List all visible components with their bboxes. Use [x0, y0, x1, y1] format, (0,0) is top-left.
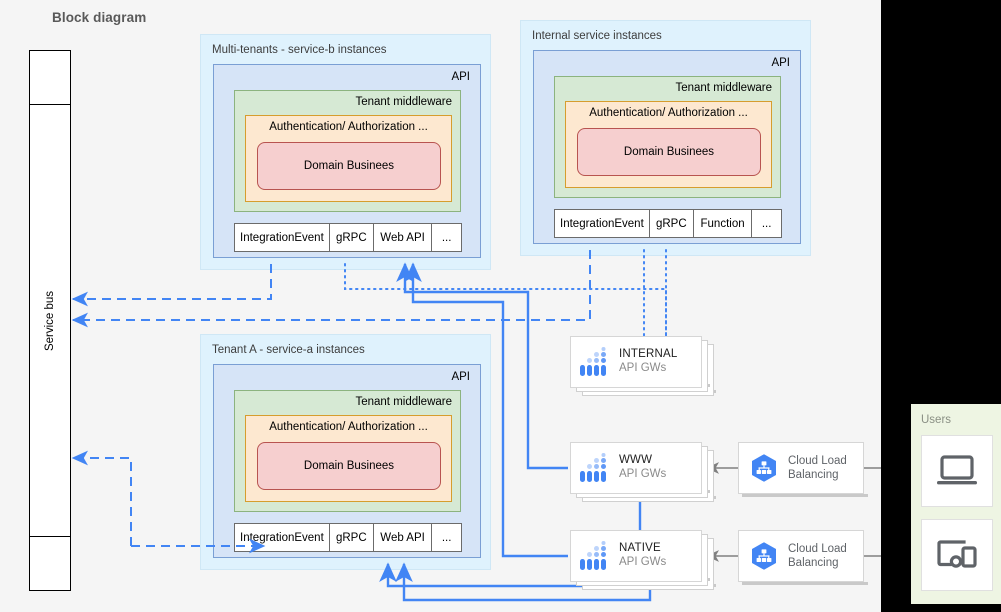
- connector-arrowheads: [0, 0, 1001, 612]
- auth-label: Authentication/ Authorization ...: [269, 121, 428, 133]
- auth-label: Authentication/ Authorization ...: [269, 421, 428, 433]
- auth-box[interactable]: Authentication/ Authorization ... Domain…: [245, 415, 452, 502]
- group-multi-tenants-service-b[interactable]: Multi-tenants - service-b instances API …: [200, 34, 491, 270]
- api-box[interactable]: API Tenant middleware Authentication/ Au…: [213, 64, 481, 258]
- domain-business-box[interactable]: Domain Businees: [257, 442, 441, 490]
- api-gateway-text: NATIVE API GWs: [619, 542, 666, 569]
- api-gateway-icon: [580, 347, 606, 376]
- cell-grpc[interactable]: gRPC: [328, 523, 374, 552]
- wire-bus-to-tenanta-up: [71, 450, 132, 546]
- card-shadow: [742, 494, 868, 497]
- api-label: API: [451, 71, 470, 83]
- user-device-desktop[interactable]: [921, 435, 993, 507]
- domain-business-box[interactable]: Domain Businees: [577, 128, 761, 176]
- api-gateway-icon: [580, 541, 606, 570]
- cloud-load-balancing-text: Cloud Load Balancing: [788, 454, 847, 482]
- api-gateway-name: WWW: [619, 454, 653, 467]
- api-gateway-card[interactable]: NATIVE API GWs: [570, 530, 702, 582]
- api-gateway-name: INTERNAL: [619, 348, 678, 361]
- cell-grpc[interactable]: gRPC: [328, 223, 374, 252]
- tenant-middleware-label: Tenant middleware: [675, 82, 772, 94]
- api-gateway-name: NATIVE: [619, 542, 661, 555]
- api-gateway-card[interactable]: INTERNAL API GWs: [570, 336, 702, 388]
- api-gateway-sub: API GWs: [619, 362, 667, 374]
- api-box[interactable]: API Tenant middleware Authentication/ Au…: [533, 50, 801, 244]
- tenant-middleware-box[interactable]: Tenant middleware Authentication/ Author…: [554, 76, 781, 198]
- cell-more[interactable]: ...: [431, 223, 462, 252]
- laptop-icon: [937, 455, 977, 485]
- api-gateway-sub: API GWs: [619, 468, 667, 480]
- cell-web-api[interactable]: Web API: [372, 223, 433, 252]
- card-shadow: [742, 582, 868, 585]
- api-gateway-card[interactable]: WWW API GWs: [570, 442, 702, 494]
- cell-function[interactable]: Function: [692, 209, 753, 238]
- user-device-mobile[interactable]: [921, 519, 993, 591]
- cell-more[interactable]: ...: [431, 523, 462, 552]
- cloud-load-balancing-card[interactable]: Cloud Load Balancing: [738, 530, 864, 582]
- protocol-cell-strip: IntegrationEvent gRPC Web API ...: [234, 223, 462, 252]
- group-title: Internal service instances: [532, 30, 662, 42]
- api-label: API: [451, 371, 470, 383]
- cell-web-api[interactable]: Web API: [372, 523, 433, 552]
- api-gateway-text: WWW API GWs: [619, 454, 666, 481]
- protocol-cell-strip: IntegrationEvent gRPC Web API ...: [234, 523, 462, 552]
- cloud-load-balancing-text: Cloud Load Balancing: [788, 542, 847, 570]
- cell-integration-event[interactable]: IntegrationEvent: [554, 209, 650, 238]
- tenant-middleware-label: Tenant middleware: [355, 396, 452, 408]
- service-bus-divider-1: [30, 104, 70, 105]
- users-group[interactable]: Users: [911, 404, 1001, 604]
- group-internal-service-instances[interactable]: Internal service instances API Tenant mi…: [520, 20, 811, 256]
- wire-grpc-serviceb-to-internalgw: [344, 263, 667, 346]
- api-label: API: [771, 57, 790, 69]
- cell-more[interactable]: ...: [751, 209, 782, 238]
- tenant-middleware-box[interactable]: Tenant middleware Authentication/ Author…: [234, 390, 461, 512]
- domain-business-box[interactable]: Domain Businees: [257, 142, 441, 190]
- api-box[interactable]: API Tenant middleware Authentication/ Au…: [213, 364, 481, 558]
- group-title: Tenant A - service-a instances: [212, 344, 365, 356]
- connector-lines: [71, 249, 911, 602]
- protocol-cell-strip: IntegrationEvent gRPC Function ...: [554, 209, 782, 238]
- api-gateway-sub: API GWs: [619, 556, 667, 568]
- tenant-middleware-label: Tenant middleware: [355, 96, 452, 108]
- page-title: Block diagram: [52, 10, 147, 25]
- clb-line-2: Balancing: [788, 557, 839, 569]
- cell-grpc[interactable]: gRPC: [648, 209, 694, 238]
- devices-icon: [937, 540, 977, 568]
- cell-integration-event[interactable]: IntegrationEvent: [234, 523, 330, 552]
- block-diagram-canvas: Block diagram Service bus Multi-tenants …: [0, 0, 1001, 612]
- service-bus-label: Service bus: [44, 290, 56, 351]
- cloud-load-balancing-card[interactable]: Cloud Load Balancing: [738, 442, 864, 494]
- tenant-middleware-box[interactable]: Tenant middleware Authentication/ Author…: [234, 90, 461, 212]
- service-bus[interactable]: Service bus: [29, 50, 71, 591]
- service-bus-divider-2: [30, 536, 70, 537]
- clb-line-2: Balancing: [788, 469, 839, 481]
- auth-box[interactable]: Authentication/ Authorization ... Domain…: [565, 101, 772, 188]
- cloud-load-balancing-icon: [752, 542, 776, 570]
- auth-box[interactable]: Authentication/ Authorization ... Domain…: [245, 115, 452, 202]
- clb-line-1: Cloud Load: [788, 542, 847, 555]
- group-tenant-a-service-a[interactable]: Tenant A - service-a instances API Tenan…: [200, 334, 491, 570]
- auth-label: Authentication/ Authorization ...: [589, 107, 748, 119]
- api-gateway-text: INTERNAL API GWs: [619, 348, 677, 375]
- cell-integration-event[interactable]: IntegrationEvent: [234, 223, 330, 252]
- clb-line-1: Cloud Load: [788, 454, 847, 467]
- cloud-load-balancing-icon: [752, 454, 776, 482]
- api-gateway-icon: [580, 453, 606, 482]
- group-title: Multi-tenants - service-b instances: [212, 44, 387, 56]
- users-group-title: Users: [921, 414, 952, 426]
